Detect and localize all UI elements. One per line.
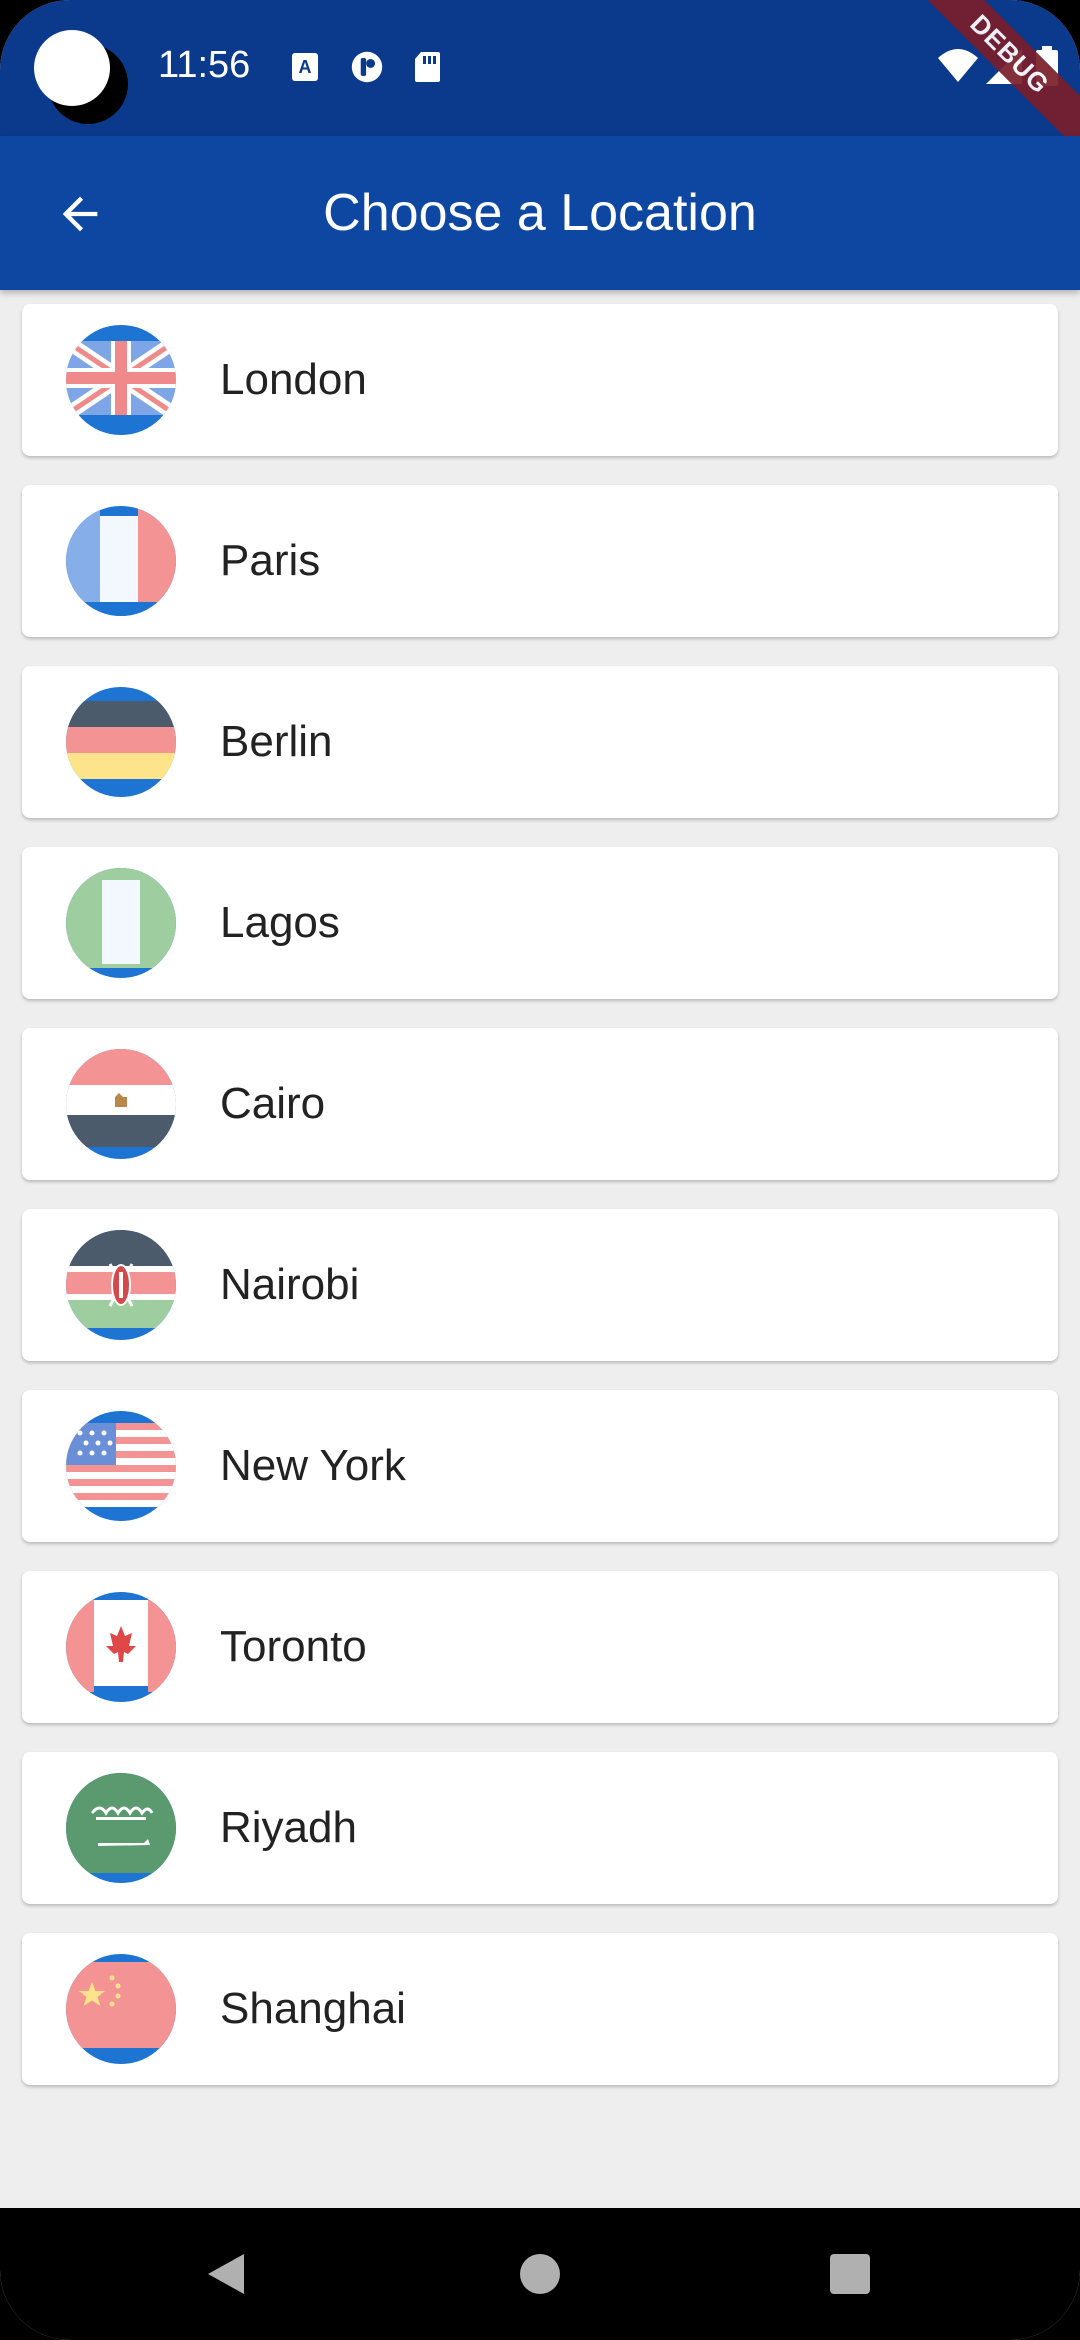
location-card-london[interactable]: London bbox=[22, 304, 1058, 456]
app-screen: 11:56 A DEBUG Choose a Location London P… bbox=[0, 0, 1080, 2340]
location-name: Paris bbox=[220, 536, 321, 585]
system-nav-bar bbox=[0, 2208, 1080, 2340]
nav-recents-icon[interactable] bbox=[820, 2244, 880, 2304]
notification-a-icon: A bbox=[292, 53, 318, 81]
usa-flag-icon bbox=[66, 1411, 176, 1521]
app-bar: Choose a Location bbox=[0, 136, 1080, 290]
location-card-nairobi[interactable]: Nairobi bbox=[22, 1209, 1058, 1361]
nigeria-flag-icon bbox=[66, 868, 176, 978]
location-name: London bbox=[220, 355, 367, 404]
location-name: Toronto bbox=[220, 1622, 367, 1671]
egypt-flag-icon bbox=[66, 1049, 176, 1159]
nav-home-icon[interactable] bbox=[510, 2244, 570, 2304]
notification-p-icon bbox=[351, 51, 383, 83]
location-card-paris[interactable]: Paris bbox=[22, 485, 1058, 637]
location-card-new-york[interactable]: New York bbox=[22, 1390, 1058, 1542]
page-title: Choose a Location bbox=[323, 184, 757, 242]
location-card-shanghai[interactable]: Shanghai bbox=[22, 1933, 1058, 2085]
location-name: Berlin bbox=[220, 717, 333, 766]
location-name: Cairo bbox=[220, 1079, 326, 1128]
location-name: Shanghai bbox=[220, 1984, 406, 2033]
location-card-berlin[interactable]: Berlin bbox=[22, 666, 1058, 818]
location-name: New York bbox=[220, 1441, 406, 1490]
germany-flag-icon bbox=[66, 687, 176, 797]
france-flag-icon bbox=[66, 506, 176, 616]
china-flag-icon bbox=[66, 1954, 176, 2064]
location-card-lagos[interactable]: Lagos bbox=[22, 847, 1058, 999]
status-time: 11:56 bbox=[158, 44, 251, 86]
location-name: Riyadh bbox=[220, 1803, 357, 1852]
camera-cutout bbox=[34, 30, 130, 126]
wifi-icon bbox=[938, 49, 978, 82]
kenya-flag-icon bbox=[66, 1230, 176, 1340]
sd-card-icon bbox=[415, 52, 440, 82]
location-name: Nairobi bbox=[220, 1260, 360, 1309]
location-card-riyadh[interactable]: Riyadh bbox=[22, 1752, 1058, 1904]
location-card-toronto[interactable]: Toronto bbox=[22, 1571, 1058, 1723]
svg-text:A: A bbox=[299, 57, 312, 77]
back-button[interactable] bbox=[40, 174, 120, 254]
status-bar: 11:56 A DEBUG bbox=[0, 0, 1080, 161]
uk-flag-icon bbox=[66, 325, 176, 435]
saudi-arabia-flag-icon bbox=[66, 1773, 176, 1883]
location-card-cairo[interactable]: Cairo bbox=[22, 1028, 1058, 1180]
canada-flag-icon bbox=[66, 1592, 176, 1702]
nav-back-icon[interactable] bbox=[196, 2244, 256, 2304]
location-name: Lagos bbox=[220, 898, 340, 947]
arrow-back-icon bbox=[62, 196, 98, 232]
